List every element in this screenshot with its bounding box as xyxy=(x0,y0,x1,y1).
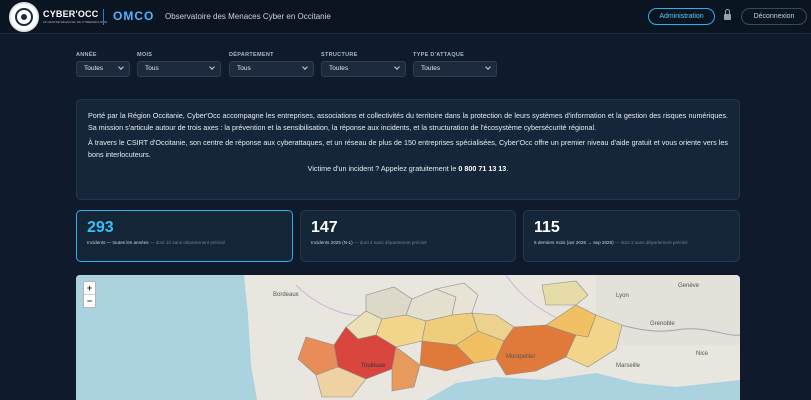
map-city-label: Bordeaux xyxy=(273,292,299,298)
stat-label-main: Incidents — toutes les années xyxy=(87,240,149,245)
stat-label: Incidents — toutes les années — dont 10 … xyxy=(87,239,292,246)
map-city-label: Montpellier xyxy=(506,354,535,360)
header-divider xyxy=(103,9,104,25)
stat-card-total[interactable]: 293 Incidents — toutes les années — dont… xyxy=(76,210,293,262)
stat-label-sub: — dont 10 sans département précisé xyxy=(149,240,226,245)
stat-card-6-months[interactable]: 115 6 derniers mois (avr 2026 → sep 2026… xyxy=(523,210,740,262)
road-line xyxy=(295,284,377,317)
filter-annee: ANNÉE Toutes xyxy=(76,52,130,77)
chevron-down-icon xyxy=(118,64,124,70)
select-value: Toutes xyxy=(421,65,441,72)
stat-card-2025[interactable]: 147 Incidents 2025 (N-1) — dont 4 sans d… xyxy=(300,210,516,262)
structure-select[interactable]: Toutes xyxy=(321,61,406,77)
logo-tagline: LE CENTRE REGIONAL DE CYBERSECURITE xyxy=(43,20,108,24)
filter-label: DÉPARTEMENT xyxy=(229,52,274,58)
map-canvas: Bordeaux Montpellier Lyon Toulouse Marse… xyxy=(76,275,740,400)
map-city-label: Nice xyxy=(696,351,709,357)
stat-label-main: 6 derniers mois (avr 2026 → sep 2026) xyxy=(534,240,614,245)
sea-area xyxy=(426,373,740,400)
chevron-down-icon xyxy=(302,64,308,70)
helpline-text: Victime d'un incident ? Appelez gratuite… xyxy=(307,164,459,174)
intro-panel: Porté par la Région Occitanie, Cyber'Occ… xyxy=(76,99,740,200)
department-ariege xyxy=(391,346,421,392)
top-header: CYBER'OCC LE CENTRE REGIONAL DE CYBERSEC… xyxy=(0,0,811,34)
helpline-end: . xyxy=(506,164,509,174)
type-attaque-select[interactable]: Toutes xyxy=(413,61,497,77)
helpline-phone[interactable]: 0 800 71 13 13 xyxy=(458,164,506,173)
chevron-down-icon xyxy=(394,64,400,70)
filter-label: MOIS xyxy=(137,52,153,58)
mois-select[interactable]: Tous xyxy=(137,61,221,77)
filter-label: ANNÉE xyxy=(76,52,97,58)
filter-label: TYPE D'ATTAQUE xyxy=(413,52,465,58)
helpline-callout: Victime d'un incident ? Appelez gratuite… xyxy=(88,164,728,173)
zoom-out-button[interactable]: − xyxy=(84,295,95,308)
map-city-label: Marseille xyxy=(616,363,641,369)
chevron-down-icon xyxy=(209,64,215,70)
logo-name: CYBER'OCC xyxy=(43,9,99,19)
stat-label-main: Incidents 2025 (N-1) xyxy=(311,240,353,245)
stat-value: 293 xyxy=(87,219,114,236)
select-value: Tous xyxy=(145,65,159,72)
intro-paragraph-2: À travers le CSIRT d'Occitanie, son cent… xyxy=(88,138,728,159)
select-value: Tous xyxy=(237,65,251,72)
departement-select[interactable]: Tous xyxy=(229,61,314,77)
app-abbreviation: OMCO xyxy=(113,9,155,23)
ocean-area xyxy=(76,275,257,400)
incident-map[interactable]: Bordeaux Montpellier Lyon Toulouse Marse… xyxy=(76,275,740,400)
department-drome xyxy=(541,280,589,306)
filter-label: STRUCTURE xyxy=(321,52,358,58)
chevron-down-icon xyxy=(485,64,491,70)
lock-icon xyxy=(724,9,731,20)
logout-button[interactable]: Déconnexion xyxy=(741,8,807,25)
filter-type-attaque: TYPE D'ATTAQUE Toutes xyxy=(413,52,497,77)
intro-paragraph-1: Porté par la Région Occitanie, Cyber'Occ… xyxy=(88,111,728,132)
stat-label: 6 derniers mois (avr 2026 → sep 2026) — … xyxy=(534,239,739,246)
administration-button[interactable]: Administration xyxy=(648,8,715,25)
map-city-label: Lyon xyxy=(616,293,629,299)
map-city-label: Toulouse xyxy=(361,363,386,369)
stat-label: Incidents 2025 (N-1) — dont 4 sans dépar… xyxy=(311,239,516,246)
select-value: Toutes xyxy=(329,65,349,72)
filter-structure: STRUCTURE Toutes xyxy=(321,52,406,77)
app-title: Observatoire des Menaces Cyber en Occita… xyxy=(165,12,331,21)
annee-select[interactable]: Toutes xyxy=(76,61,130,77)
cyberocc-logo-icon[interactable] xyxy=(9,2,39,32)
filter-departement: DÉPARTEMENT Tous xyxy=(229,52,314,77)
zoom-in-button[interactable]: + xyxy=(84,282,95,295)
map-city-label: Grenoble xyxy=(650,321,675,327)
map-zoom-control: + − xyxy=(83,281,96,308)
stat-value: 147 xyxy=(311,219,338,236)
map-city-label: Genève xyxy=(678,283,700,289)
stat-label-sub: — dont 3 sans département précisé xyxy=(614,240,688,245)
filter-mois: MOIS Tous xyxy=(137,52,221,77)
select-value: Toutes xyxy=(84,65,104,72)
stat-label-sub: — dont 4 sans département précisé xyxy=(353,240,427,245)
stat-value: 115 xyxy=(534,219,560,236)
